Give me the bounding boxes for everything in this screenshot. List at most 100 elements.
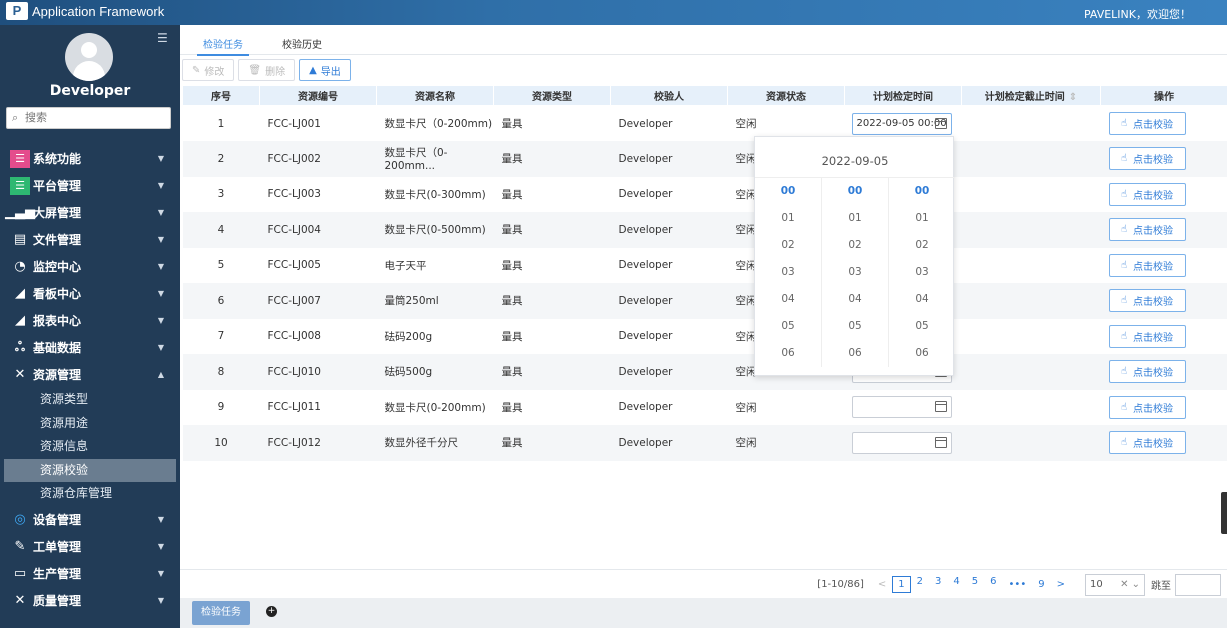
page-6[interactable]: 6 — [984, 576, 1002, 593]
cell-plan-deadline — [962, 390, 1101, 426]
search-input[interactable] — [25, 110, 165, 126]
sidebar-item-after-0[interactable]: ◎ 设备管理 ▼ — [0, 506, 180, 533]
page-range: [1-10/86] — [817, 579, 864, 590]
sidebar-item-after-3[interactable]: ✕ 质量管理 ▼ — [0, 587, 180, 614]
page-size-select[interactable]: 10 ✕ ⌄ — [1085, 573, 1145, 596]
sidebar-item-3[interactable]: ▤ 文件管理 ▼ — [0, 226, 180, 253]
cell-checker: Developer — [610, 425, 728, 461]
picker-option[interactable]: 02 — [889, 232, 955, 259]
sidebar-item-7[interactable]: ஃ 基础数据 ▼ — [0, 334, 180, 361]
picker-option[interactable]: 04 — [889, 286, 955, 313]
goto-page-input[interactable] — [1175, 573, 1221, 596]
sidebar-item-2[interactable]: ▁▃▅ 大屏管理 ▼ — [0, 199, 180, 226]
sidebar-subitem-0[interactable]: 资源类型 — [0, 388, 180, 412]
check-button[interactable]: ☝ 点击校验 — [1108, 289, 1186, 313]
table-row: 9 FCC-LJ011 数显卡尺(0-200mm) 量具 Developer 空闲 ☝ 点击校… — [183, 390, 1227, 426]
sidebar-item-6[interactable]: ◢ 报表中心 ▼ — [0, 307, 180, 334]
check-button[interactable]: ☝ 点击校验 — [1108, 324, 1186, 348]
sidebar-item-0[interactable]: ☰ 系统功能 ▼ — [0, 145, 180, 172]
avatar[interactable] — [65, 33, 113, 81]
column-header-7[interactable]: 计划检定截止时间 ⇕ — [961, 85, 1101, 106]
next-page-button[interactable]: > — [1051, 579, 1071, 590]
cell-type: 量具 — [501, 118, 523, 130]
export-button[interactable]: ▲ 导出 — [299, 59, 351, 81]
page-2[interactable]: 2 — [911, 576, 929, 593]
picker-option[interactable]: 06 — [755, 340, 821, 367]
greeting[interactable]: PAVELINK，欢迎您！ — [1084, 6, 1191, 22]
check-button[interactable]: ☝ 点击校验 — [1108, 218, 1186, 242]
picker-option[interactable]: 02 — [822, 232, 888, 259]
check-button[interactable]: ☝ 点击校验 — [1108, 253, 1186, 277]
sidebar-subitem-3[interactable]: 资源校验 — [4, 458, 176, 482]
picker-option[interactable]: 01 — [822, 205, 888, 232]
tab-inspection-history[interactable]: 校验历史 — [282, 36, 322, 51]
calendar-icon[interactable] — [934, 436, 947, 448]
picker-option[interactable]: 04 — [822, 286, 888, 313]
sidebar-item-label: 平台管理 — [33, 179, 82, 193]
sidebar-item-8[interactable]: ✕ 资源管理 ▲ — [0, 361, 180, 388]
sidebar-item-4[interactable]: ◔ 监控中心 ▼ — [0, 253, 180, 280]
picker-option[interactable]: 01 — [755, 205, 821, 232]
bottom-tab-inspection[interactable]: 检验任务 — [192, 601, 250, 625]
tab-inspection-task[interactable]: 检验任务 — [197, 36, 249, 56]
cell-no: 3 — [217, 188, 225, 201]
picker-date[interactable]: 2022-09-05 — [755, 154, 955, 168]
picker-option[interactable]: 00 — [755, 178, 821, 205]
picker-option[interactable]: 03 — [822, 259, 888, 286]
plan-time-input[interactable] — [851, 431, 952, 454]
picker-option[interactable]: 04 — [755, 286, 821, 313]
cell-code: FCC-LJ008 — [267, 330, 321, 343]
prev-page-button[interactable]: < — [872, 579, 892, 590]
sidebar-subitem-2[interactable]: 资源信息 — [0, 435, 180, 459]
cell-no: 9 — [217, 401, 225, 414]
page-last[interactable]: 9 — [1032, 579, 1050, 590]
sidebar-subitem-4[interactable]: 资源仓库管理 — [0, 482, 180, 506]
picker-option[interactable]: 05 — [889, 313, 955, 340]
cell-no: 4 — [182, 212, 260, 248]
picker-option[interactable]: 03 — [755, 259, 821, 286]
calendar-icon[interactable] — [934, 401, 947, 413]
page-3[interactable]: 3 — [929, 576, 947, 593]
picker-option[interactable]: 01 — [889, 205, 955, 232]
table-row: 6 FCC-LJ007 量筒250ml 量具 Developer 空闲 ☝ 点击校验 — [182, 283, 1227, 319]
sidebar-item-5[interactable]: ◢ 看板中心 ▼ — [0, 280, 180, 307]
check-button-label: 点击校验 — [1133, 403, 1174, 415]
picker-option[interactable]: 06 — [822, 340, 888, 367]
add-tab-icon[interactable]: + — [266, 606, 277, 617]
collapse-icon[interactable]: ☰ — [157, 32, 169, 44]
picker-option[interactable]: 05 — [755, 313, 821, 340]
page-1[interactable]: 1 — [892, 576, 911, 593]
plan-time-input[interactable] — [851, 396, 952, 419]
sidebar-item-after-1[interactable]: ✎ 工单管理 ▼ — [0, 533, 180, 560]
page-5[interactable]: 5 — [966, 576, 984, 593]
check-button[interactable]: ☝ 点击校验 — [1108, 112, 1186, 135]
check-button[interactable]: ☝ 点击校验 — [1108, 431, 1186, 455]
edit-button[interactable]: ✎ 修改 — [182, 59, 235, 81]
page-list: 123456 — [892, 576, 1002, 593]
picker-option[interactable]: 05 — [822, 313, 888, 340]
page-ellipsis[interactable]: ••• — [1003, 579, 1033, 590]
chevron-down-icon: ▼ — [157, 289, 164, 298]
device-icon: ◎ — [14, 511, 26, 527]
sidebar-search[interactable]: ⌕ — [6, 107, 171, 129]
sidebar-item-1[interactable]: ☰ 平台管理 ▼ — [0, 172, 180, 199]
check-button[interactable]: ☝ 点击校验 — [1108, 360, 1186, 384]
side-drawer-handle[interactable] — [1221, 492, 1227, 534]
picker-option[interactable]: 03 — [889, 259, 955, 286]
picker-option[interactable]: 06 — [889, 340, 955, 367]
cell-name: 数显外径千分尺 — [376, 425, 494, 461]
calendar-icon[interactable] — [934, 117, 947, 129]
delete-button[interactable]: 🗑 删除 — [238, 59, 296, 81]
cell-type: 量具 — [493, 283, 611, 319]
check-button[interactable]: ☝ 点击校验 — [1108, 147, 1186, 171]
page-4[interactable]: 4 — [947, 576, 965, 593]
sidebar-subitem-1[interactable]: 资源用途 — [0, 412, 180, 436]
picker-option[interactable]: 00 — [889, 178, 955, 205]
sidebar-item-after-2[interactable]: ▭ 生产管理 ▼ — [0, 560, 180, 587]
check-button[interactable]: ☝ 点击校验 — [1108, 395, 1186, 419]
plan-time-input[interactable]: 2022-09-05 00:00 — [851, 112, 952, 135]
sort-icon[interactable]: ⇕ — [1069, 92, 1077, 103]
picker-option[interactable]: 02 — [755, 232, 821, 259]
picker-option[interactable]: 00 — [822, 178, 888, 205]
check-button[interactable]: ☝ 点击校验 — [1108, 182, 1186, 206]
